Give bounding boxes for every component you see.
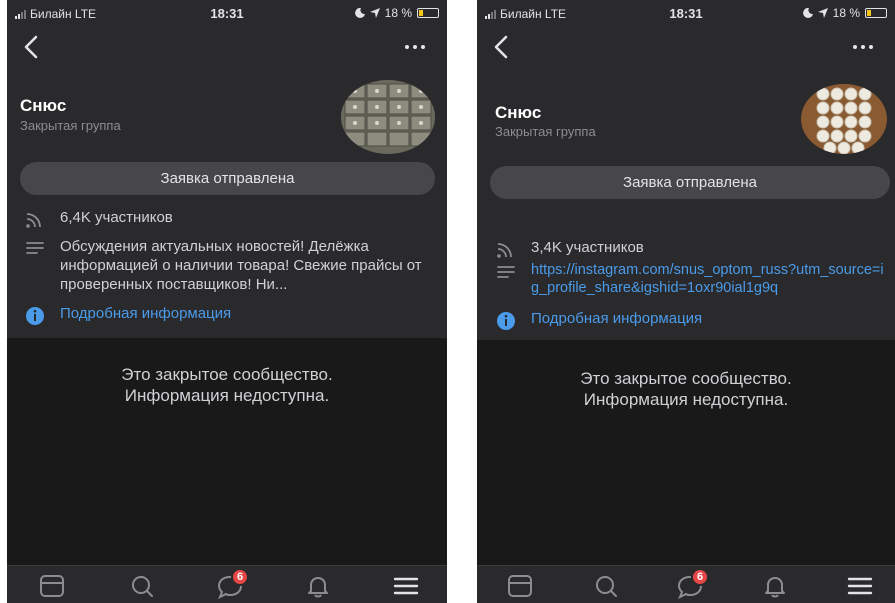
info-icon: [497, 312, 515, 330]
moon-icon: [802, 8, 813, 18]
phone-screen-right: Билайн LTE 18:31 18 % Снюс Закрытая груп…: [477, 0, 895, 603]
tab-bar: 6: [7, 565, 447, 603]
battery-percent: 18 %: [832, 6, 860, 20]
request-sent-button[interactable]: Заявка отправлена: [490, 166, 890, 199]
nav-bar: [7, 30, 447, 66]
menu-tab-icon[interactable]: [391, 572, 421, 600]
more-icon[interactable]: [853, 40, 879, 54]
group-type: Закрытая группа: [20, 118, 121, 133]
messages-tab[interactable]: 6: [675, 568, 709, 600]
instagram-link[interactable]: https://instagram.com/snus_optom_russ?ut…: [531, 261, 891, 297]
moon-icon: [354, 8, 365, 18]
search-tab-icon[interactable]: [591, 572, 621, 600]
location-arrow-icon: [369, 8, 380, 18]
closed-community-area: Это закрытое сообщество. Информация недо…: [7, 338, 447, 565]
members-row[interactable]: 3,4K участников: [495, 238, 887, 260]
messages-tab[interactable]: 6: [215, 568, 249, 600]
menu-tab-icon[interactable]: [845, 572, 875, 600]
details-row[interactable]: Подробная информация: [495, 310, 887, 332]
location-arrow-icon: [817, 8, 828, 18]
closed-community-area: Это закрытое сообщество. Информация недо…: [477, 340, 895, 565]
details-link[interactable]: Подробная информация: [531, 310, 702, 327]
group-avatar[interactable]: [341, 80, 435, 154]
rss-icon: [497, 243, 512, 258]
more-icon[interactable]: [405, 40, 431, 54]
group-description: Обсуждения актуальных новостей! Делёжка …: [60, 238, 422, 293]
group-name: Снюс: [495, 103, 542, 122]
search-tab-icon[interactable]: [127, 572, 157, 600]
closed-message: Это закрытое сообщество. Информация недо…: [580, 369, 792, 409]
details-row[interactable]: Подробная информация: [24, 305, 437, 327]
notifications-tab-icon[interactable]: [760, 572, 790, 600]
request-sent-button[interactable]: Заявка отправлена: [20, 162, 435, 195]
rss-icon: [26, 213, 41, 228]
nav-bar: [477, 30, 895, 66]
group-type: Закрытая группа: [495, 124, 596, 139]
description-icon: [26, 242, 44, 254]
members-count: 6,4K участников: [60, 209, 173, 226]
members-row[interactable]: 6,4K участников: [24, 208, 437, 230]
back-icon[interactable]: [17, 32, 47, 62]
status-bar: Билайн LTE 18:31 18 %: [477, 0, 895, 28]
battery-icon: [865, 8, 887, 18]
status-bar: Билайн LTE 18:31 18 %: [7, 0, 447, 28]
description-row[interactable]: Обсуждения актуальных новостей! Делёжка …: [24, 237, 441, 294]
back-icon[interactable]: [487, 32, 517, 62]
news-tab-icon[interactable]: [37, 572, 67, 600]
phone-screen-left: Билайн LTE 18:31 18 % Снюс Закрытая груп…: [7, 0, 447, 603]
battery-percent: 18 %: [384, 6, 412, 20]
info-icon: [26, 307, 44, 325]
group-avatar[interactable]: [801, 84, 887, 154]
group-name: Снюс: [20, 96, 67, 115]
notifications-tab-icon[interactable]: [303, 572, 333, 600]
link-icon: [497, 266, 515, 278]
details-link[interactable]: Подробная информация: [60, 305, 231, 322]
news-tab-icon[interactable]: [505, 572, 535, 600]
messages-badge: 6: [691, 568, 709, 586]
closed-message: Это закрытое сообщество. Информация недо…: [121, 365, 333, 405]
battery-icon: [417, 8, 439, 18]
messages-badge: 6: [231, 568, 249, 586]
members-count: 3,4K участников: [531, 239, 644, 256]
tab-bar: 6: [477, 565, 895, 603]
link-row[interactable]: https://instagram.com/snus_optom_russ?ut…: [495, 261, 891, 297]
